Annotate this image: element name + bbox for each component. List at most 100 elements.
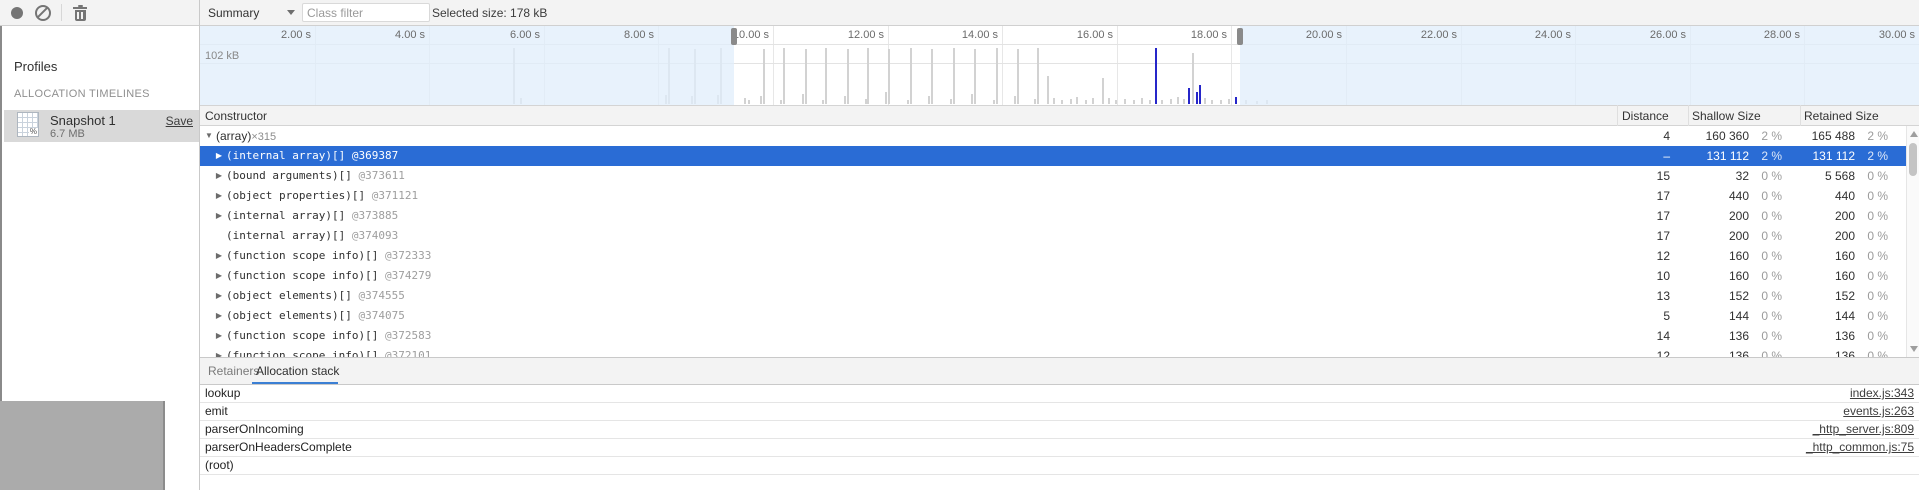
timeline-tick-label: 24.00 s <box>1535 29 1571 41</box>
record-icon <box>11 7 23 19</box>
table-row[interactable]: ▶(internal array)[] @373885172000 %2000 … <box>200 206 1906 226</box>
allocation-bar-live <box>1196 92 1198 104</box>
column-header-distance[interactable]: Distance <box>1622 109 1669 123</box>
expand-arrow-icon[interactable]: ▶ <box>214 246 224 266</box>
expand-arrow-icon[interactable]: ▶ <box>214 306 224 326</box>
constructor-name: (function scope info)[] @374279 <box>226 266 431 286</box>
shallow-size-value: 136 <box>1669 346 1749 357</box>
table-row[interactable]: ▶(bound arguments)[] @37361115320 %5 568… <box>200 166 1906 186</box>
expand-arrow-icon[interactable]: ▶ <box>214 326 224 346</box>
table-row[interactable]: ▶(internal array)[] @369387–131 1122 %13… <box>200 146 1906 166</box>
object-id: @374555 <box>358 289 404 302</box>
expand-arrow-icon[interactable]: ▶ <box>214 206 224 226</box>
retained-size-percent: 0 % <box>1858 286 1888 306</box>
expand-arrow-icon[interactable]: ▶ <box>214 186 224 206</box>
allocation-bar <box>1014 96 1016 104</box>
allocation-bar <box>1124 99 1126 104</box>
clear-all-profiles-button[interactable] <box>32 0 54 25</box>
retained-size-value: 160 <box>1775 266 1855 286</box>
allocation-bar <box>1177 97 1179 104</box>
object-id: @369387 <box>352 149 398 162</box>
perspective-select[interactable]: Summary <box>208 0 295 25</box>
stack-frame-row[interactable]: lookupindex.js:343 <box>200 385 1919 403</box>
shallow-size-value: 200 <box>1669 206 1749 226</box>
distance-value: 17 <box>1610 206 1670 226</box>
timeline-tick-label: 10.00 s <box>733 29 769 41</box>
expand-arrow-icon[interactable]: ▶ <box>214 166 224 186</box>
delete-profile-button[interactable] <box>69 0 91 25</box>
expand-arrow-icon[interactable]: ▶ <box>214 346 224 357</box>
column-header-constructor[interactable]: Constructor <box>205 109 267 123</box>
expand-arrow-icon[interactable]: ▶ <box>214 286 224 306</box>
stack-frame-row[interactable]: parserOnIncoming_http_server.js:809 <box>200 421 1919 439</box>
stack-frame-row[interactable]: parserOnHeadersComplete _http_common.js:7… <box>200 439 1919 457</box>
allocation-bar <box>888 49 890 104</box>
grid-scrollbar[interactable] <box>1906 126 1919 357</box>
timeline-gridline <box>1002 26 1003 105</box>
distance-value: 4 <box>1610 126 1670 146</box>
source-link[interactable]: events.js:263 <box>1843 403 1914 420</box>
allocation-bar-live <box>1199 85 1201 104</box>
function-name: parserOnHeadersComplete <box>205 439 352 456</box>
chevron-down-icon <box>287 10 295 15</box>
allocation-bar-live <box>1235 97 1237 104</box>
source-link[interactable]: _http_common.js:75 <box>1806 439 1914 456</box>
timeline-gridline <box>1117 26 1118 105</box>
allocation-bar-live <box>1188 88 1190 104</box>
scroll-up-icon[interactable] <box>1910 131 1918 137</box>
class-filter-input[interactable] <box>302 3 430 22</box>
source-link[interactable]: index.js:343 <box>1850 385 1914 402</box>
selection-handle-left[interactable] <box>731 28 737 45</box>
table-row[interactable]: ▶(function scope info)[] @372333121600 %… <box>200 246 1906 266</box>
stack-frame-row[interactable]: emitevents.js:263 <box>200 403 1919 421</box>
timeline-tick-label: 16.00 s <box>1077 29 1113 41</box>
sidebar-empty-area <box>0 401 165 490</box>
table-row[interactable]: (internal array)[] @374093172000 %2000 % <box>200 226 1906 246</box>
object-id: @373885 <box>352 209 398 222</box>
object-id: @372333 <box>385 249 431 262</box>
allocation-bar <box>1108 98 1110 104</box>
table-row[interactable]: ▶(object elements)[] @37407551440 %1440 … <box>200 306 1906 326</box>
timeline-gridline <box>1231 26 1232 105</box>
record-button[interactable] <box>6 0 28 25</box>
table-row[interactable]: ▶(function scope info)[] @372101121360 %… <box>200 346 1906 357</box>
distance-value: 15 <box>1610 166 1670 186</box>
allocation-bar <box>825 48 827 104</box>
expand-arrow-icon[interactable]: ▶ <box>214 146 224 166</box>
scrollbar-thumb[interactable] <box>1909 143 1917 176</box>
tab-allocation-stack[interactable]: Allocation stack <box>250 358 345 384</box>
shallow-size-value: 160 360 <box>1669 126 1749 146</box>
column-header-retained-size[interactable]: Retained Size <box>1804 109 1879 123</box>
shallow-size-value: 440 <box>1669 186 1749 206</box>
table-row[interactable]: ▶(object properties)[] @371121174400 %44… <box>200 186 1906 206</box>
allocation-bar <box>907 100 909 104</box>
allocation-bar <box>748 100 750 104</box>
allocation-bar <box>783 48 785 104</box>
constructor-name: (function scope info)[] @372583 <box>226 326 431 346</box>
save-link[interactable]: Save <box>166 114 193 128</box>
distance-value: 17 <box>1610 226 1670 246</box>
source-link[interactable]: _http_server.js:809 <box>1813 421 1914 438</box>
object-id: @374075 <box>358 309 404 322</box>
expand-arrow-icon[interactable]: ▼ <box>204 126 214 146</box>
allocation-timelines-heading: ALLOCATION TIMELINES <box>14 88 150 100</box>
stack-frame-row[interactable]: (root) <box>200 457 1919 475</box>
table-row[interactable]: ▶(function scope info)[] @374279101600 %… <box>200 266 1906 286</box>
table-row[interactable]: ▼(array)×3154160 3602 %165 4882 % <box>200 126 1906 146</box>
constructor-name: (bound arguments)[] @373611 <box>226 166 405 186</box>
retained-size-percent: 2 % <box>1858 146 1888 166</box>
allocation-bar <box>971 94 973 104</box>
expand-arrow-icon[interactable]: ▶ <box>214 266 224 286</box>
retainment-tabs-bar: Retainers Allocation stack <box>200 357 1919 385</box>
shallow-size-value: 200 <box>1669 226 1749 246</box>
scroll-down-icon[interactable] <box>1910 346 1918 352</box>
sidebar-item-snapshot-1[interactable]: % Snapshot 1 6.7 MB Save <box>4 110 201 142</box>
column-header-shallow-size[interactable]: Shallow Size <box>1692 109 1761 123</box>
selection-handle-right[interactable] <box>1237 28 1243 45</box>
table-row[interactable]: ▶(object elements)[] @374555131520 %1520… <box>200 286 1906 306</box>
allocation-bar <box>802 94 804 104</box>
allocation-bar <box>1192 53 1194 104</box>
shallow-size-value: 152 <box>1669 286 1749 306</box>
retained-size-value: 165 488 <box>1775 126 1855 146</box>
table-row[interactable]: ▶(function scope info)[] @372583141360 %… <box>200 326 1906 346</box>
